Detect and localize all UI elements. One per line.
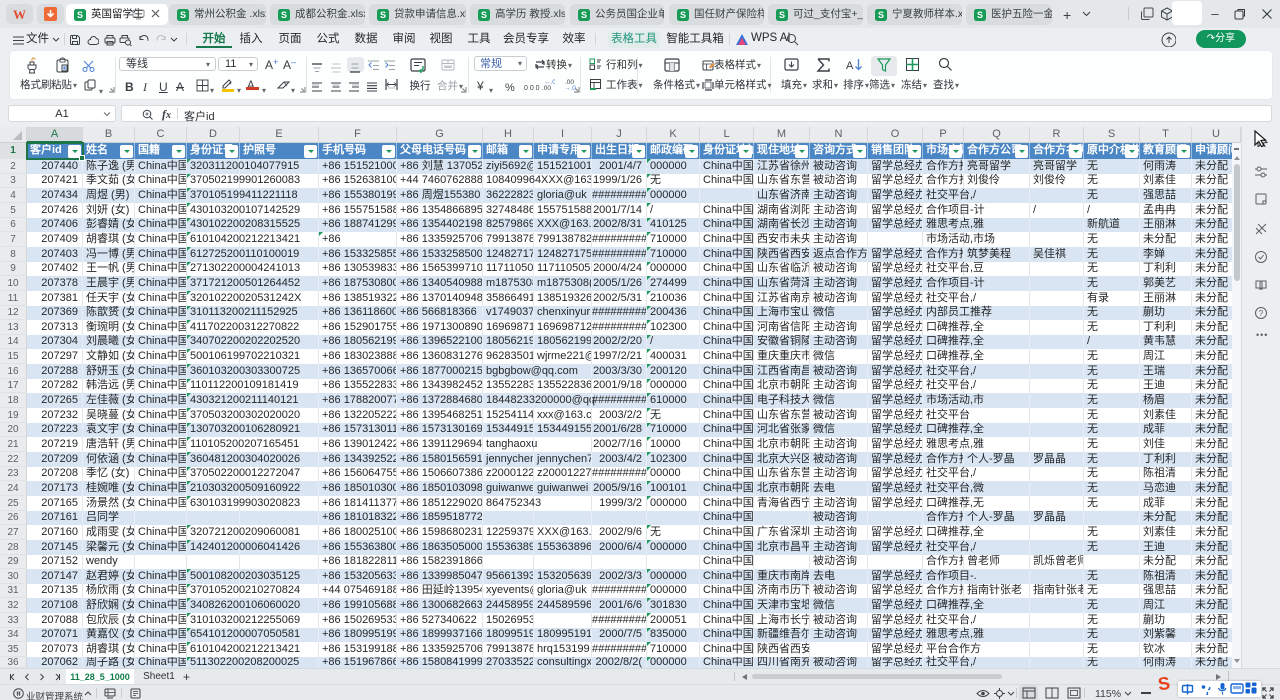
svg-text:S: S <box>1157 675 1172 691</box>
svg-text:?: ? <box>1259 309 1264 318</box>
svg-text:A: A <box>846 60 854 72</box>
svg-text:.00: .00 <box>542 85 551 91</box>
svg-text:W: W <box>13 7 26 22</box>
